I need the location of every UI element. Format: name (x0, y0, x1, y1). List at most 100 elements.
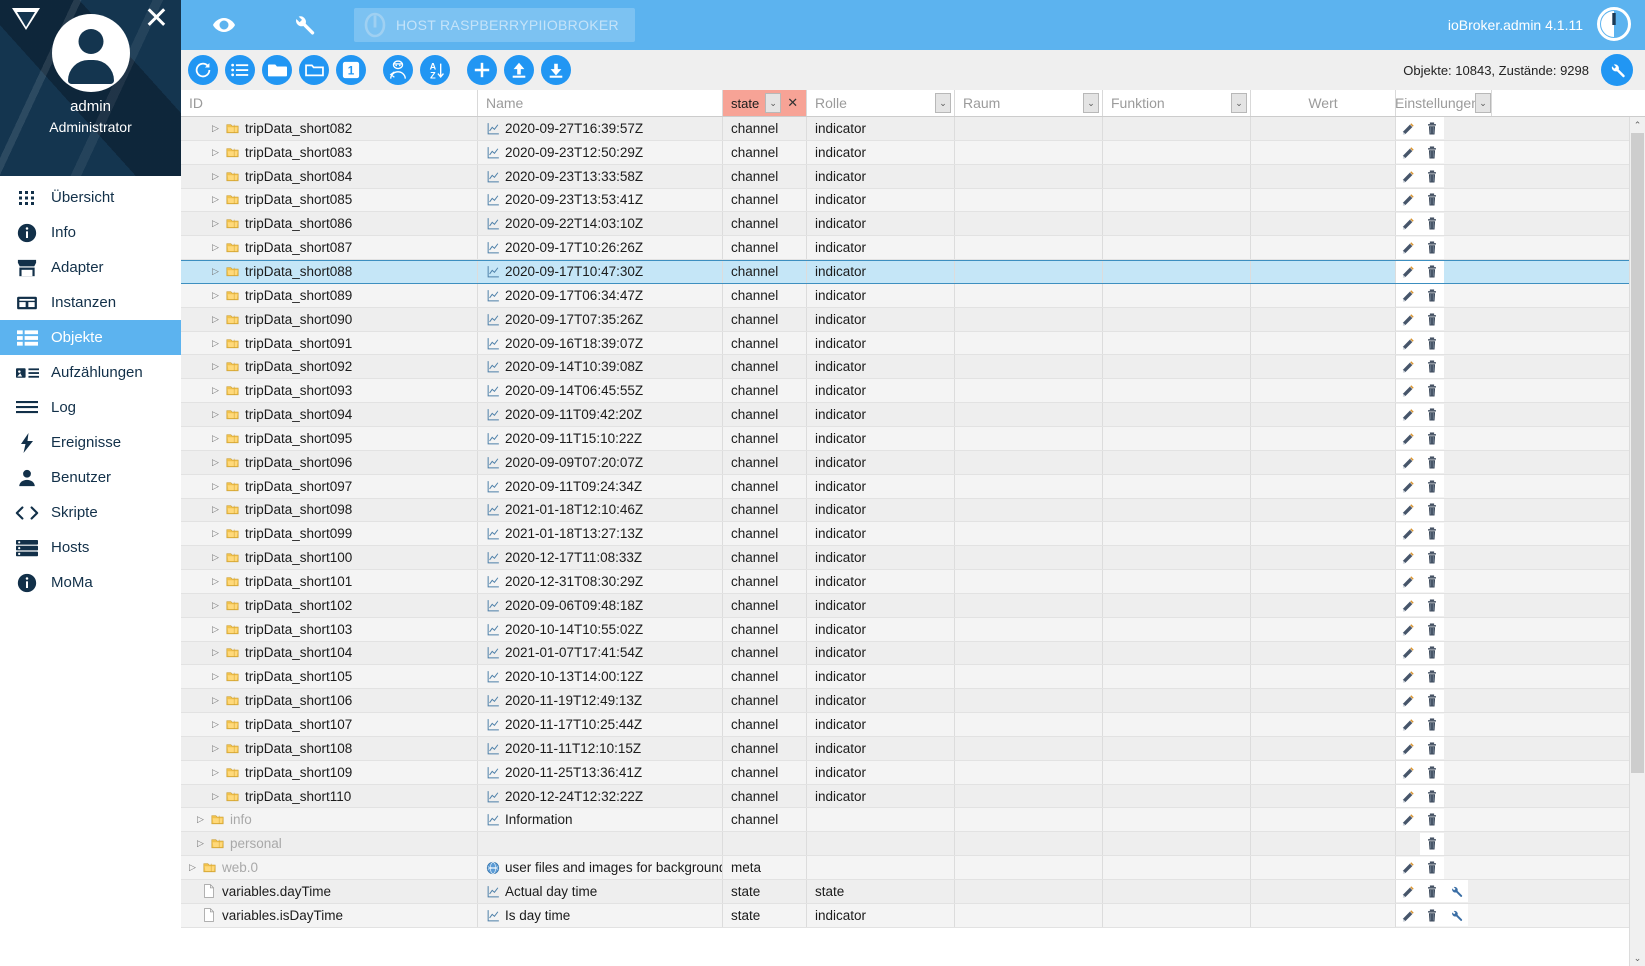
edit-icon[interactable] (1396, 117, 1420, 140)
table-row[interactable]: ▷ tripData_short099 2021-01-18T13:27:13Z ch… (181, 522, 1645, 547)
clear-type-filter-icon[interactable]: ✕ (787, 95, 798, 111)
delete-icon[interactable] (1420, 546, 1444, 569)
close-icon[interactable]: ✕ (144, 4, 169, 34)
delete-icon[interactable] (1420, 284, 1444, 307)
table-row[interactable]: ▷ tripData_short089 2020-09-17T06:34:47Z ch… (181, 283, 1645, 308)
table-row[interactable]: variables.dayTime Actual day time state sta… (181, 880, 1645, 904)
filter-type-value[interactable]: state (731, 96, 759, 111)
host-selector-button[interactable]: HOST RASPBERRYPIIOBROKER (354, 8, 635, 42)
edit-icon[interactable] (1396, 212, 1420, 235)
expand-caret-icon[interactable]: ▷ (209, 767, 222, 778)
expand-caret-icon[interactable]: ▷ (209, 481, 222, 492)
delete-icon[interactable] (1420, 236, 1444, 259)
expand-caret-icon[interactable]: ▷ (209, 624, 222, 635)
table-row[interactable]: ▷ tripData_short084 2020-09-23T13:33:58Z ch… (181, 164, 1645, 189)
delete-icon[interactable] (1420, 904, 1444, 927)
config-wrench-icon[interactable] (1444, 904, 1468, 927)
table-row[interactable]: ▷ tripData_short103 2020-10-14T10:55:02Z ch… (181, 617, 1645, 642)
edit-icon[interactable] (1396, 594, 1420, 617)
edit-icon[interactable] (1396, 498, 1420, 521)
delete-icon[interactable] (1420, 832, 1444, 855)
sidebar-item-instanzen[interactable]: Instanzen (0, 285, 181, 320)
table-row[interactable]: ▷ web.0 user files and images for backgrou… (181, 856, 1645, 880)
expand-caret-icon[interactable]: ▷ (209, 409, 222, 420)
edit-icon[interactable] (1396, 761, 1420, 784)
edit-icon[interactable] (1396, 904, 1420, 927)
sidebar-item-ereignisse[interactable]: Ereignisse (0, 425, 181, 460)
edit-icon[interactable] (1396, 618, 1420, 641)
delete-icon[interactable] (1420, 594, 1444, 617)
sort-az-button[interactable]: AZ (420, 55, 450, 85)
filter-select-room[interactable]: Raum (963, 95, 1000, 111)
delete-icon[interactable] (1420, 308, 1444, 331)
filter-select-function[interactable]: Funktion (1111, 95, 1165, 111)
settings-button[interactable] (1601, 54, 1633, 86)
delete-icon[interactable] (1420, 332, 1444, 355)
delete-icon[interactable] (1420, 737, 1444, 760)
sidebar-item-objekte[interactable]: Objekte (0, 320, 181, 355)
iobroker-logo-icon[interactable] (1597, 6, 1631, 44)
edit-icon[interactable] (1396, 427, 1420, 450)
table-row[interactable]: ▷ tripData_short091 2020-09-16T18:39:07Z ch… (181, 331, 1645, 356)
sidebar-item-hosts[interactable]: Hosts (0, 530, 181, 565)
sidebar-item-skripte[interactable]: Skripte (0, 495, 181, 530)
edit-icon[interactable] (1396, 546, 1420, 569)
expand-caret-icon[interactable]: ▷ (209, 528, 222, 539)
edit-icon[interactable] (1396, 856, 1420, 879)
filter-input-id[interactable]: ID (189, 95, 203, 111)
delete-icon[interactable] (1420, 212, 1444, 235)
edit-icon[interactable] (1396, 785, 1420, 808)
table-row[interactable]: ▷ tripData_short085 2020-09-23T13:53:41Z ch… (181, 188, 1645, 213)
expand-caret-icon[interactable]: ▷ (209, 290, 222, 301)
config-wrench-icon[interactable] (1444, 880, 1468, 903)
expand-caret-icon[interactable]: ▷ (209, 552, 222, 563)
expand-caret-icon[interactable]: ▷ (209, 433, 222, 444)
expand-caret-icon[interactable]: ▷ (209, 194, 222, 205)
table-row[interactable]: ▷ tripData_short108 2020-11-11T12:10:15Z ch… (181, 736, 1645, 761)
delete-icon[interactable] (1420, 141, 1444, 164)
table-row[interactable]: ▷ tripData_short088 2020-09-17T10:47:30Z ch… (181, 260, 1645, 284)
expand-caret-icon[interactable]: ▷ (209, 576, 222, 587)
sidebar-item-aufz-hlungen[interactable]: Aufzählungen (0, 355, 181, 390)
expand-caret-icon[interactable]: ▷ (194, 814, 207, 825)
edit-icon[interactable] (1396, 141, 1420, 164)
scrollbar-thumb[interactable] (1631, 133, 1644, 773)
table-row[interactable]: ▷ tripData_short090 2020-09-17T07:35:26Z ch… (181, 307, 1645, 332)
expand-caret-icon[interactable]: ▷ (209, 242, 222, 253)
delete-icon[interactable] (1420, 261, 1444, 283)
delete-icon[interactable] (1420, 785, 1444, 808)
vertical-scrollbar[interactable]: ⌃ ⌄ (1629, 117, 1645, 966)
expand-caret-icon[interactable]: ▷ (209, 743, 222, 754)
expand-caret-icon[interactable]: ▷ (209, 600, 222, 611)
edit-icon[interactable] (1396, 737, 1420, 760)
table-row[interactable]: ▷ tripData_short092 2020-09-14T10:39:08Z ch… (181, 355, 1645, 380)
delete-icon[interactable] (1420, 355, 1444, 378)
add-object-button[interactable] (467, 55, 497, 85)
table-row[interactable]: ▷ tripData_short098 2021-01-18T12:10:46Z ch… (181, 498, 1645, 523)
delete-icon[interactable] (1420, 808, 1444, 831)
table-row[interactable]: ▷ tripData_short109 2020-11-25T13:36:41Z ch… (181, 760, 1645, 785)
eye-icon[interactable] (212, 13, 236, 37)
export-button[interactable] (541, 55, 571, 85)
delete-icon[interactable] (1420, 761, 1444, 784)
table-row[interactable]: ▷ tripData_short101 2020-12-31T08:30:29Z ch… (181, 570, 1645, 594)
chevron-down-icon[interactable]: ⌄ (765, 93, 782, 113)
edit-icon[interactable] (1396, 188, 1420, 211)
table-row[interactable]: ▷ tripData_short097 2020-09-11T09:24:34Z ch… (181, 474, 1645, 499)
table-row[interactable]: ▷ tripData_short094 2020-09-11T09:42:20Z ch… (181, 403, 1645, 427)
refresh-button[interactable] (188, 55, 218, 85)
delete-icon[interactable] (1420, 379, 1444, 402)
delete-icon[interactable] (1420, 117, 1444, 140)
table-row[interactable]: ▷ tripData_short096 2020-09-09T07:20:07Z ch… (181, 450, 1645, 475)
expand-caret-icon[interactable]: ▷ (209, 338, 222, 349)
expand-caret-icon[interactable]: ▷ (209, 695, 222, 706)
sidebar-item-moma[interactable]: MoMa (0, 565, 181, 600)
table-row[interactable]: ▷ tripData_short104 2021-01-07T17:41:54Z ch… (181, 641, 1645, 666)
delete-icon[interactable] (1420, 522, 1444, 545)
delete-icon[interactable] (1420, 856, 1444, 879)
table-row[interactable]: ▷ tripData_short083 2020-09-23T12:50:29Z ch… (181, 140, 1645, 165)
delete-icon[interactable] (1420, 880, 1444, 903)
chevron-down-icon[interactable]: ⌄ (1083, 93, 1099, 113)
delete-icon[interactable] (1420, 475, 1444, 498)
delete-icon[interactable] (1420, 188, 1444, 211)
